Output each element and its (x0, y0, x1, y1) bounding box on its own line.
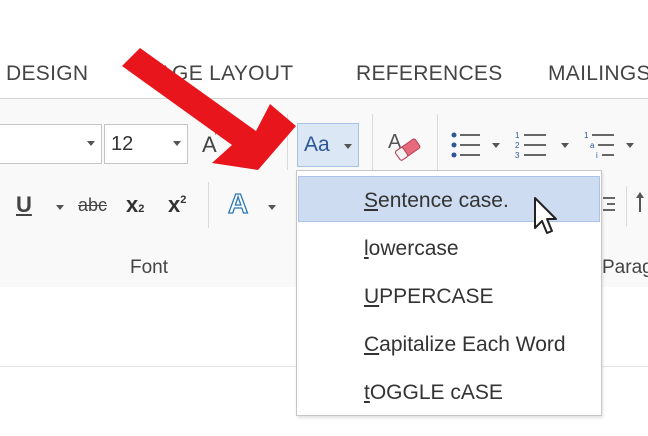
menu-item-uppercase[interactable]: UPPERCASE (298, 272, 600, 318)
multilevel-list-icon[interactable]: 1 a i (583, 130, 617, 162)
bullets-dropdown-icon[interactable] (492, 143, 500, 148)
font-name-dropdown-icon[interactable] (87, 141, 95, 146)
change-case-dropdown-icon (344, 144, 352, 149)
svg-text:a: a (590, 141, 595, 150)
menu-item-label: Capitalize Each Word (364, 333, 566, 356)
strikethrough-icon[interactable]: abc (78, 195, 107, 216)
menu-item-label: UPPERCASE (364, 285, 494, 308)
svg-text:3: 3 (515, 151, 520, 160)
font-size-value: 12 (111, 133, 134, 155)
separator (372, 114, 373, 170)
tab-page-layout[interactable]: PAGE LAYOUT (145, 62, 293, 86)
svg-text:1: 1 (515, 131, 520, 140)
change-case-button[interactable]: Aa (297, 123, 359, 167)
text-effects-icon[interactable]: A (227, 187, 249, 220)
svg-text:1: 1 (584, 131, 589, 140)
menu-item-toggle-case[interactable]: tOGGLE cASE (298, 368, 600, 414)
tab-references[interactable]: REFERENCES (356, 62, 503, 86)
ribbon-tab-bar: DESIGN PAGE LAYOUT REFERENCES MAILINGS (0, 0, 648, 98)
numbering-icon[interactable]: 1 2 3 (514, 130, 548, 162)
menu-item-label: tOGGLE cASE (364, 381, 503, 404)
align-right-icon[interactable] (603, 194, 617, 218)
font-size-combobox[interactable]: 12 (104, 124, 188, 164)
grow-font-icon[interactable]: A^ (202, 129, 222, 158)
underline-dropdown-icon[interactable] (56, 205, 64, 210)
change-case-label: Aa (304, 133, 330, 156)
separator (437, 114, 438, 170)
menu-item-label: Sentence case. (364, 189, 509, 212)
multilevel-dropdown-icon[interactable] (626, 143, 634, 148)
line-spacing-icon[interactable] (634, 188, 648, 222)
separator (287, 114, 288, 170)
font-name-combobox[interactable] (0, 124, 102, 164)
separator (626, 186, 627, 226)
menu-item-capitalize-each-word[interactable]: Capitalize Each Word (298, 320, 600, 366)
mouse-cursor-icon (534, 197, 557, 234)
subscript-icon[interactable]: x2 (126, 192, 144, 218)
font-group-label: Font (130, 257, 169, 278)
menu-item-label: lowercase (364, 237, 459, 260)
clear-formatting-icon[interactable]: A (386, 128, 424, 162)
text-effects-dropdown-icon[interactable] (268, 205, 276, 210)
separator (208, 182, 209, 228)
font-size-dropdown-icon[interactable] (173, 141, 181, 146)
shrink-font-icon[interactable]: A (246, 137, 258, 158)
superscript-icon[interactable]: x2 (168, 192, 186, 218)
svg-text:i: i (596, 151, 598, 160)
tab-design[interactable]: DESIGN (6, 62, 88, 86)
numbering-dropdown-icon[interactable] (561, 143, 569, 148)
bullets-icon[interactable] (450, 130, 482, 160)
svg-text:2: 2 (515, 141, 520, 150)
underline-button[interactable]: U (16, 192, 32, 218)
paragraph-group-label: Paragr (602, 257, 648, 278)
tab-mailings[interactable]: MAILINGS (548, 62, 648, 86)
